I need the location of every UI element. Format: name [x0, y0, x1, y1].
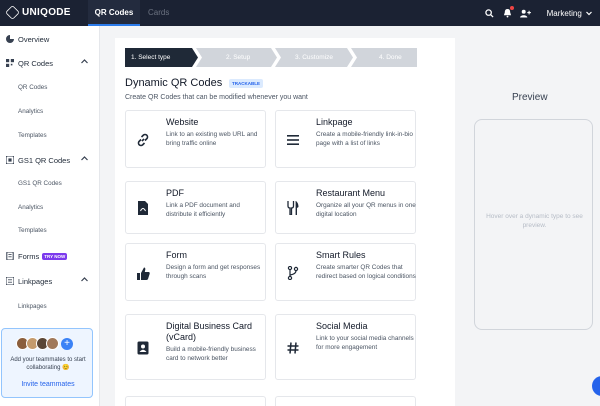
step-setup: 2. Setup — [196, 48, 277, 67]
type-card-pdf[interactable]: PDF Link a PDF document and distribute i… — [125, 181, 266, 234]
sidebar-item-qr-codes[interactable]: QR Codes — [0, 52, 100, 74]
link-icon — [134, 131, 152, 149]
forms-icon — [5, 252, 14, 261]
notification-dot — [509, 6, 514, 10]
sidebar-item-label: Forms — [18, 251, 40, 261]
badge-label: TRACKABLE — [232, 81, 260, 86]
step-select-type: 1. Select type — [125, 48, 198, 67]
invite-text: Add your teammates to start collaboratin… — [10, 357, 86, 371]
add-user-icon[interactable] — [517, 0, 535, 26]
type-card-partial[interactable] — [125, 396, 266, 406]
sidebar-item-label: Linkpages — [18, 276, 53, 286]
type-card-form[interactable]: Form Design a form and get responses thr… — [125, 243, 266, 301]
help-chat-button[interactable] — [592, 376, 600, 396]
card-description: Create smarter QR Codes that redirect ba… — [316, 264, 416, 280]
preview-hint: Hover over a dynamic type to see preview… — [486, 213, 583, 229]
tab-qr-codes[interactable]: QR Codes — [88, 0, 140, 26]
type-card-social-media[interactable]: Social Media Link to your social media c… — [275, 314, 416, 380]
branch-icon — [284, 264, 302, 282]
card-description: Build a mobile-friendly business card to… — [166, 346, 256, 362]
card-description: Link to your social media channels for m… — [316, 335, 414, 351]
sidebar-item-label: Overview — [18, 34, 50, 44]
avatar — [46, 337, 59, 350]
pdf-icon — [134, 199, 152, 217]
workspace-label: Marketing — [546, 8, 582, 18]
card-title: Smart Rules — [316, 250, 366, 260]
search-icon[interactable] — [481, 0, 499, 26]
card-title: Linkpage — [316, 117, 353, 127]
fork-knife-icon — [284, 199, 302, 217]
chevron-up-icon[interactable] — [81, 277, 88, 282]
add-teammate-icon[interactable]: + — [61, 337, 73, 350]
type-card-smart-rules[interactable]: Smart Rules Create smarter QR Codes that… — [275, 243, 416, 301]
top-bar: UNIQODE QR Codes Cards Marketing — [0, 0, 600, 26]
chevron-up-icon[interactable] — [81, 59, 88, 64]
preview-title: Preview — [512, 92, 548, 103]
sidebar-item-linkpages[interactable]: Linkpages — [0, 270, 100, 292]
card-title: Form — [166, 250, 187, 260]
card-description: Design a form and get responses through … — [166, 264, 261, 280]
type-card-partial[interactable] — [275, 396, 416, 406]
card-title: Digital Business Card (vCard) — [166, 321, 253, 342]
gs1-icon — [5, 156, 14, 165]
card-title: Restaurant Menu — [316, 188, 386, 198]
pie-chart-icon — [5, 35, 14, 44]
stepper: 1. Select type 2. Setup 3. Customize 4. … — [125, 48, 417, 67]
invite-teammates-link[interactable]: Invite teammates — [2, 381, 94, 388]
linkpage-icon — [5, 277, 14, 286]
card-description: Link to an existing web URL and bring tr… — [166, 131, 258, 147]
sidebar: Overview QR Codes QR Codes Analytics Tem… — [0, 26, 100, 406]
step-customize: 3. Customize — [275, 48, 353, 67]
sidebar-subitem-templates[interactable]: Templates — [18, 227, 47, 234]
type-selection-panel: 1. Select type 2. Setup 3. Customize 4. … — [115, 38, 455, 406]
sidebar-item-forms[interactable]: Forms TRY NOW — [0, 245, 100, 267]
card-title: Social Media — [316, 321, 368, 331]
type-card-vcard[interactable]: Digital Business Card (vCard) Build a mo… — [125, 314, 266, 380]
trackable-badge: TRACKABLE — [229, 79, 263, 88]
sidebar-subitem-templates[interactable]: Templates — [18, 132, 47, 139]
preview-phone-frame: Hover over a dynamic type to see preview… — [474, 119, 593, 330]
sidebar-subitem-qr-codes[interactable]: QR Codes — [18, 84, 47, 91]
logo-text: UNIQODE — [22, 7, 71, 18]
card-description: Link a PDF document and distribute it ef… — [166, 202, 240, 218]
sidebar-subitem-linkpages[interactable]: Linkpages — [18, 303, 47, 310]
bell-icon[interactable] — [499, 0, 517, 26]
page-title: Dynamic QR Codes — [125, 77, 223, 89]
sidebar-item-label: GS1 QR Codes — [18, 155, 71, 165]
sidebar-item-label: QR Codes — [18, 58, 54, 68]
type-card-website[interactable]: Website Link to an existing web URL and … — [125, 110, 266, 168]
card-description: Organize all your QR menus in one digita… — [316, 202, 416, 218]
workspace-selector[interactable]: Marketing — [547, 9, 592, 18]
thumbs-up-icon — [134, 264, 152, 282]
type-card-linkpage[interactable]: Linkpage Create a mobile-friendly link-i… — [275, 110, 416, 168]
step-done: 4. Done — [351, 48, 417, 67]
sidebar-item-gs1-qr-codes[interactable]: GS1 QR Codes — [0, 149, 100, 171]
card-title: Website — [166, 117, 199, 127]
card-title: PDF — [166, 188, 184, 198]
hashtag-icon — [284, 339, 302, 357]
invite-card: + Add your teammates to start collaborat… — [1, 328, 93, 398]
sidebar-item-overview[interactable]: Overview — [0, 28, 100, 50]
page-subtitle: Create QR Codes that can be modified whe… — [125, 94, 308, 101]
sidebar-subitem-gs1-qr-codes[interactable]: GS1 QR Codes — [18, 180, 62, 187]
type-card-restaurant-menu[interactable]: Restaurant Menu Organize all your QR men… — [275, 181, 416, 234]
try-now-badge: TRY NOW — [42, 252, 68, 260]
list-icon — [284, 131, 302, 149]
sidebar-subitem-analytics[interactable]: Analytics — [18, 204, 43, 211]
card-description: Create a mobile-friendly link-in-bio pag… — [316, 131, 413, 147]
sidebar-subitem-analytics[interactable]: Analytics — [18, 108, 43, 115]
chevron-up-icon[interactable] — [81, 156, 88, 161]
logo-mark-icon — [5, 5, 20, 20]
qr-icon — [5, 59, 14, 68]
tab-cards[interactable]: Cards — [148, 0, 169, 26]
logo[interactable]: UNIQODE — [5, 5, 71, 20]
contact-card-icon — [134, 339, 152, 357]
avatar-group: + — [16, 337, 73, 350]
chevron-down-icon — [586, 11, 592, 15]
